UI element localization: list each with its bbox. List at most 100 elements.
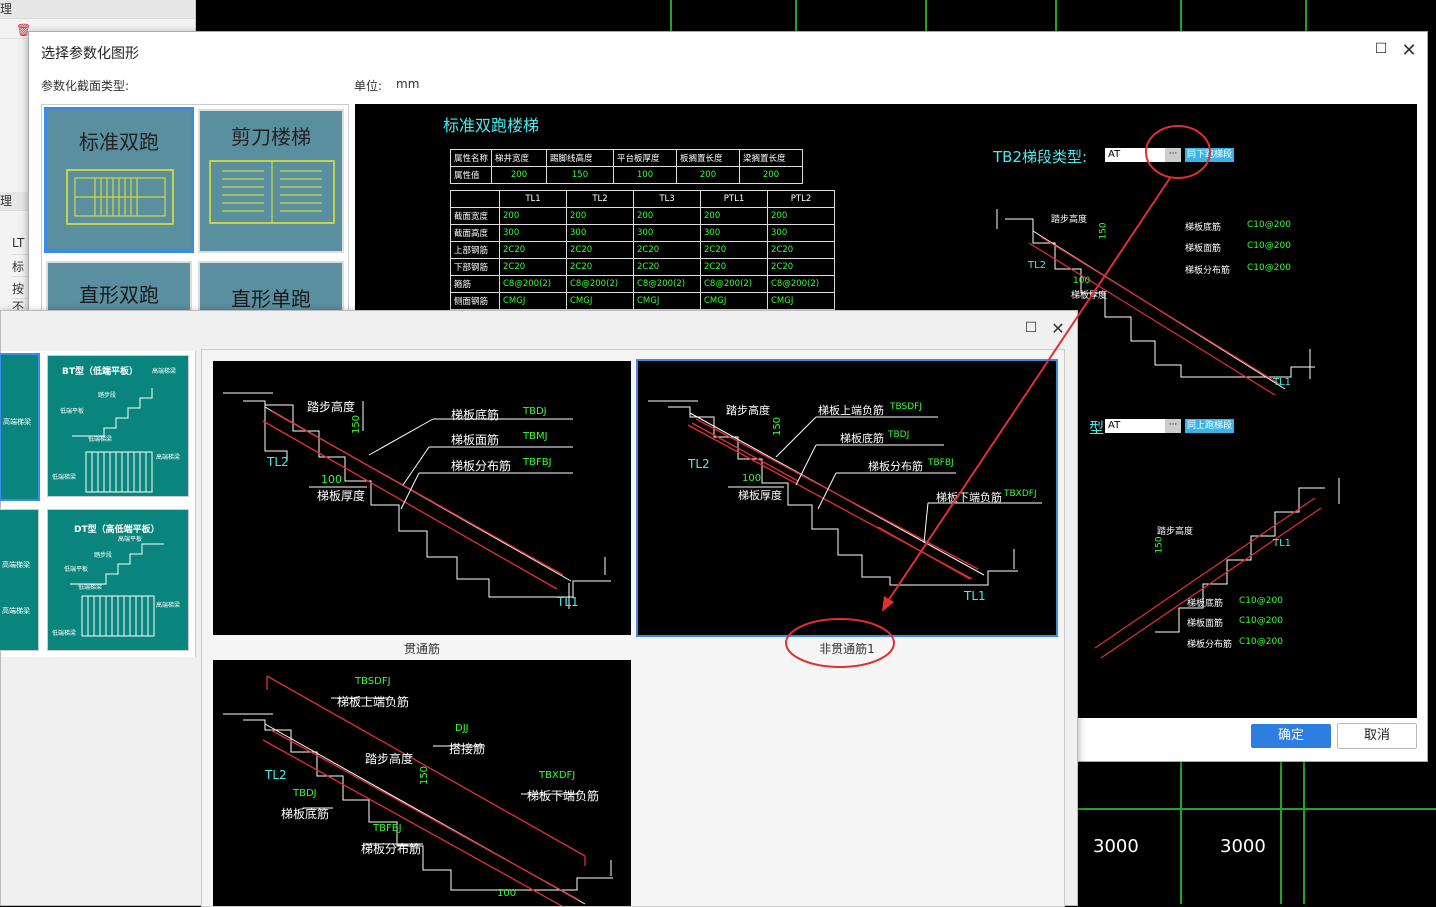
beam-header: PTL1	[700, 190, 768, 208]
beam-cell[interactable]: 200	[767, 207, 835, 225]
tile-scissor-stair[interactable]: 剪刀楼梯	[198, 109, 344, 253]
lower-step-height-label: 踏步高度	[1157, 527, 1194, 537]
bt-label: 低端平板	[60, 408, 85, 415]
stair-type-tile-bt[interactable]: BT型（低端平板） 高端梯梁 踏步段 低端平板 低端梯梁 高端梯梁 低端梯梁	[47, 355, 189, 497]
opt2-bottom-code: TBDJ	[888, 430, 910, 440]
confirm-button[interactable]: 确定	[1251, 724, 1331, 748]
beam-cell[interactable]: CMGJ	[700, 292, 768, 310]
opt2-dist-bar: 梯板分布筋	[868, 460, 923, 473]
maximize-icon[interactable]: ☐	[1369, 41, 1393, 57]
section-label: 参数化截面类型:	[41, 79, 130, 93]
beam-cell[interactable]: C8@200(2)	[767, 275, 835, 293]
panel-tab[interactable]: 理	[0, 0, 195, 19]
beam-cell[interactable]: C8@200(2)	[566, 275, 634, 293]
dt-label: 低端梯梁	[52, 630, 77, 637]
beam-cell[interactable]: C8@200(2)	[700, 275, 768, 293]
beam-header: TL2	[566, 190, 634, 208]
opt1-tl1: TL1	[557, 595, 579, 609]
beam-cell[interactable]: 300	[566, 224, 634, 242]
teal-left-label: 高端梯梁	[2, 561, 30, 569]
lower-stair-drawing	[1094, 478, 1340, 659]
beam-cell[interactable]: 2C20	[566, 258, 634, 276]
upper-dist-bar-value: C10@200	[1247, 263, 1291, 273]
tb2-type-label: TB2梯段类型:	[993, 148, 1088, 166]
lower-top-bar-value: C10@200	[1239, 616, 1283, 626]
beam-cell[interactable]: 2C20	[767, 241, 835, 259]
beam-cell[interactable]: 2C20	[499, 258, 567, 276]
beam-cell[interactable]: CMGJ	[499, 292, 567, 310]
opt3-dist-code: TBFBJ	[373, 823, 402, 834]
attr-value[interactable]: 200	[676, 166, 741, 184]
rebar-option-non-through-2[interactable]: TBSDFJ 梯板上端负筋 DJJ 搭接筋 踏步高度 150 TL2 TBDJ …	[213, 660, 631, 906]
beam-cell[interactable]: 300	[767, 224, 835, 242]
bt-label: 踏步段	[98, 392, 117, 399]
beam-cell[interactable]: 2C20	[499, 241, 567, 259]
lower-h150-label: 150	[1154, 536, 1165, 554]
attr-value[interactable]: 100	[613, 166, 678, 184]
dt-label: 低端梯梁	[78, 584, 103, 591]
beam-cell[interactable]: 2C20	[700, 258, 768, 276]
rebar-option-non-through-1[interactable]: 踏步高度 150 TL2 100 梯板厚度 梯板上端负筋 TBSDFJ 梯板底筋…	[636, 359, 1058, 637]
beam-cell[interactable]: 200	[700, 207, 768, 225]
tile-straight-double-run[interactable]: 直形双跑	[46, 261, 192, 315]
upper-h150-label: 150	[1098, 222, 1109, 240]
close-icon[interactable]: ✕	[1397, 40, 1421, 61]
beam-cell[interactable]: C8@200(2)	[633, 275, 701, 293]
cancel-button[interactable]: 取消	[1337, 723, 1417, 749]
unit-label: 单位:	[354, 79, 383, 93]
tb2-same-as-lower-button[interactable]: 同下跑梯段	[1185, 148, 1235, 162]
beam-cell[interactable]: 300	[700, 224, 768, 242]
tile-standard-double-run[interactable]: 标准双跑	[44, 107, 194, 253]
lower-top-bar-label: 梯板面筋	[1187, 619, 1224, 629]
tb2-browse-button[interactable]: ···	[1165, 148, 1181, 162]
beam-header: PTL2	[767, 190, 835, 208]
attr-header: 板搁置长度	[676, 149, 741, 167]
opt2-tl2: TL2	[688, 457, 710, 471]
tb1-same-as-upper-button[interactable]: 同上跑梯段	[1185, 419, 1235, 433]
lower-dist-bar-label: 梯板分布筋	[1187, 640, 1233, 650]
opt1-top-bar: 梯板面筋	[451, 433, 500, 447]
stair-type-tile[interactable]: 高端梯梁 高端梯梁	[0, 509, 39, 651]
sub-close-icon[interactable]: ✕	[1046, 319, 1070, 338]
opt2-step-height: 踏步高度	[726, 404, 770, 417]
beam-cell[interactable]: 2C20	[633, 258, 701, 276]
beam-cell[interactable]: 200	[566, 207, 634, 225]
rebar-option-through[interactable]: 踏步高度 150 TL2 100 梯板厚度 梯板底筋 TBDJ 梯板面筋 TBM…	[213, 361, 631, 635]
opt3-upper-neg-code: TBSDFJ	[355, 676, 391, 687]
option-caption-through: 贯通筋	[403, 642, 440, 656]
stair-type-tile-dt[interactable]: DT型（高低端平板） 高端平板 踏步段 低端平板 低端梯梁 高端梯梁 低端梯梁	[47, 509, 189, 651]
beam-cell[interactable]: 200	[633, 207, 701, 225]
beam-row: 截面高度 300 300 300 300 300	[450, 224, 835, 242]
beam-cell[interactable]: CMGJ	[633, 292, 701, 310]
beam-cell[interactable]: CMGJ	[767, 292, 835, 310]
beam-header: TL3	[633, 190, 701, 208]
stair-type-tile-selected[interactable]: 高端梯梁	[0, 353, 40, 501]
attr-value[interactable]: 200	[739, 166, 804, 184]
beam-cell[interactable]: 2C20	[633, 241, 701, 259]
beam-cell[interactable]: 2C20	[767, 258, 835, 276]
beam-cell[interactable]: CMGJ	[566, 292, 634, 310]
tile-straight-single-run[interactable]: 直形单跑	[198, 261, 344, 315]
beam-cell[interactable]: 300	[633, 224, 701, 242]
attr-row-label: 属性值	[449, 166, 493, 184]
attr-value[interactable]: 200	[491, 166, 548, 184]
beam-cell[interactable]: 200	[499, 207, 567, 225]
beam-row: 下部钢筋 2C20 2C20 2C20 2C20 2C20	[450, 258, 835, 276]
lower-tl1-label: TL1	[1273, 538, 1292, 549]
beam-row-label: 下部钢筋	[450, 258, 500, 276]
grid-dimension-1: 3000	[1093, 836, 1139, 857]
beam-cell[interactable]: C8@200(2)	[499, 275, 567, 293]
bt-label: 高端梯梁	[152, 368, 177, 375]
preview-heading: 标准双跑楼梯	[443, 116, 540, 135]
beam-row-label: 上部钢筋	[450, 241, 500, 259]
sub-maximize-icon[interactable]: ☐	[1019, 320, 1043, 336]
tb1-browse-button[interactable]: ···	[1165, 419, 1181, 433]
attr-value[interactable]: 150	[546, 166, 615, 184]
opt3-upper-neg-bar: 梯板上端负筋	[337, 695, 410, 709]
stair-type-list: 高端梯梁 BT型（低端平板） 高端梯梁 踏步段 低端平板 低端梯梁 高端梯梁 低…	[0, 351, 196, 657]
beam-cell[interactable]: 2C20	[566, 241, 634, 259]
opt1-bottom-bar: 梯板底筋	[451, 408, 500, 422]
teal-left-label: 高端梯梁	[3, 418, 31, 426]
beam-cell[interactable]: 300	[499, 224, 567, 242]
beam-cell[interactable]: 2C20	[700, 241, 768, 259]
